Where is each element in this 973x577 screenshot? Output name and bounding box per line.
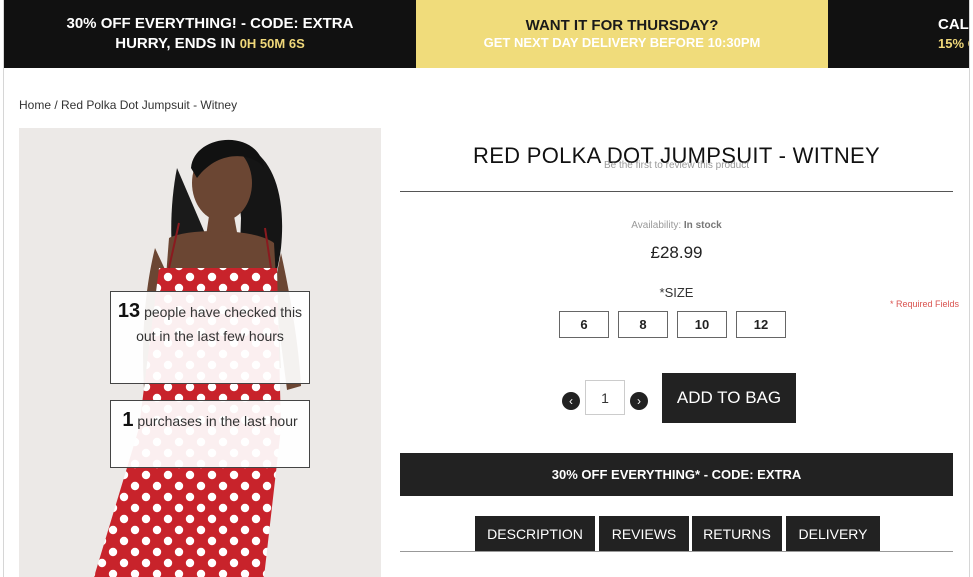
tab-delivery[interactable]: DELIVERY — [786, 516, 880, 551]
page-frame: 30% OFF EVERYTHING! - CODE: EXTRA HURRY,… — [3, 0, 970, 577]
plus-icon: › — [637, 394, 641, 408]
viewers-notice: 13 people have checked this out in the l… — [110, 291, 310, 384]
size-option-6[interactable]: 6 — [559, 311, 609, 338]
availability-value: In stock — [683, 220, 722, 231]
quantity-increase-button[interactable]: › — [630, 392, 648, 410]
quantity-decrease-button[interactable]: ‹ — [562, 392, 580, 410]
size-option-8[interactable]: 8 — [618, 311, 668, 338]
add-to-bag-button[interactable]: ADD TO BAG — [662, 373, 796, 423]
promo-discount[interactable]: 30% OFF EVERYTHING! - CODE: EXTRA HURRY,… — [4, 0, 416, 68]
promo-delivery-title: WANT IT FOR THURSDAY? — [525, 17, 719, 34]
promo-partial[interactable]: CAL 15% O — [828, 0, 969, 68]
promo-delivery[interactable]: WANT IT FOR THURSDAY? GET NEXT DAY DELIV… — [416, 0, 828, 68]
promo-offer-text: 30% OFF EVERYTHING! - CODE: EXTRA — [66, 15, 354, 32]
tabs-underline — [400, 551, 953, 552]
promo-partial-sub: 15% O — [938, 36, 969, 51]
product-image[interactable]: 13 people have checked this out in the l… — [19, 128, 381, 577]
size-label: *SIZE — [659, 285, 694, 300]
tab-returns[interactable]: RETURNS — [692, 516, 782, 551]
product-price: £28.99 — [650, 243, 703, 262]
tab-description[interactable]: DESCRIPTION — [475, 516, 595, 551]
size-option-12[interactable]: 12 — [736, 311, 786, 338]
required-fields-note: * Required Fields — [890, 299, 960, 309]
promo-bar: 30% OFF EVERYTHING! - CODE: EXTRA HURRY,… — [4, 0, 969, 68]
purchases-text: purchases in the last hour — [137, 413, 298, 429]
availability: Availability: In stock — [400, 220, 953, 231]
promo-partial-title: CAL — [938, 16, 969, 33]
countdown-timer: 0H 50M 6S — [239, 36, 305, 51]
viewers-text: people have checked this out in the last… — [136, 304, 303, 344]
purchases-notice: 1 purchases in the last hour — [110, 400, 310, 468]
viewers-count: 13 — [117, 300, 141, 322]
discount-banner: 30% OFF EVERYTHING* - CODE: EXTRA — [400, 453, 953, 496]
breadcrumb[interactable]: Home / Red Polka Dot Jumpsuit - Witney — [19, 98, 237, 112]
size-option-10[interactable]: 10 — [677, 311, 727, 338]
promo-delivery-sub: GET NEXT DAY DELIVERY BEFORE 10:30PM — [483, 35, 761, 50]
minus-icon: ‹ — [569, 394, 573, 408]
availability-label: Availability: — [631, 220, 682, 231]
review-prompt-link[interactable]: Be the first to review this product — [400, 160, 953, 171]
quantity-input[interactable] — [585, 380, 625, 415]
purchases-count: 1 — [122, 409, 134, 431]
promo-countdown: HURRY, ENDS IN 0H 50M 6S — [115, 35, 305, 52]
tab-reviews[interactable]: REVIEWS — [599, 516, 689, 551]
title-divider — [400, 191, 953, 192]
